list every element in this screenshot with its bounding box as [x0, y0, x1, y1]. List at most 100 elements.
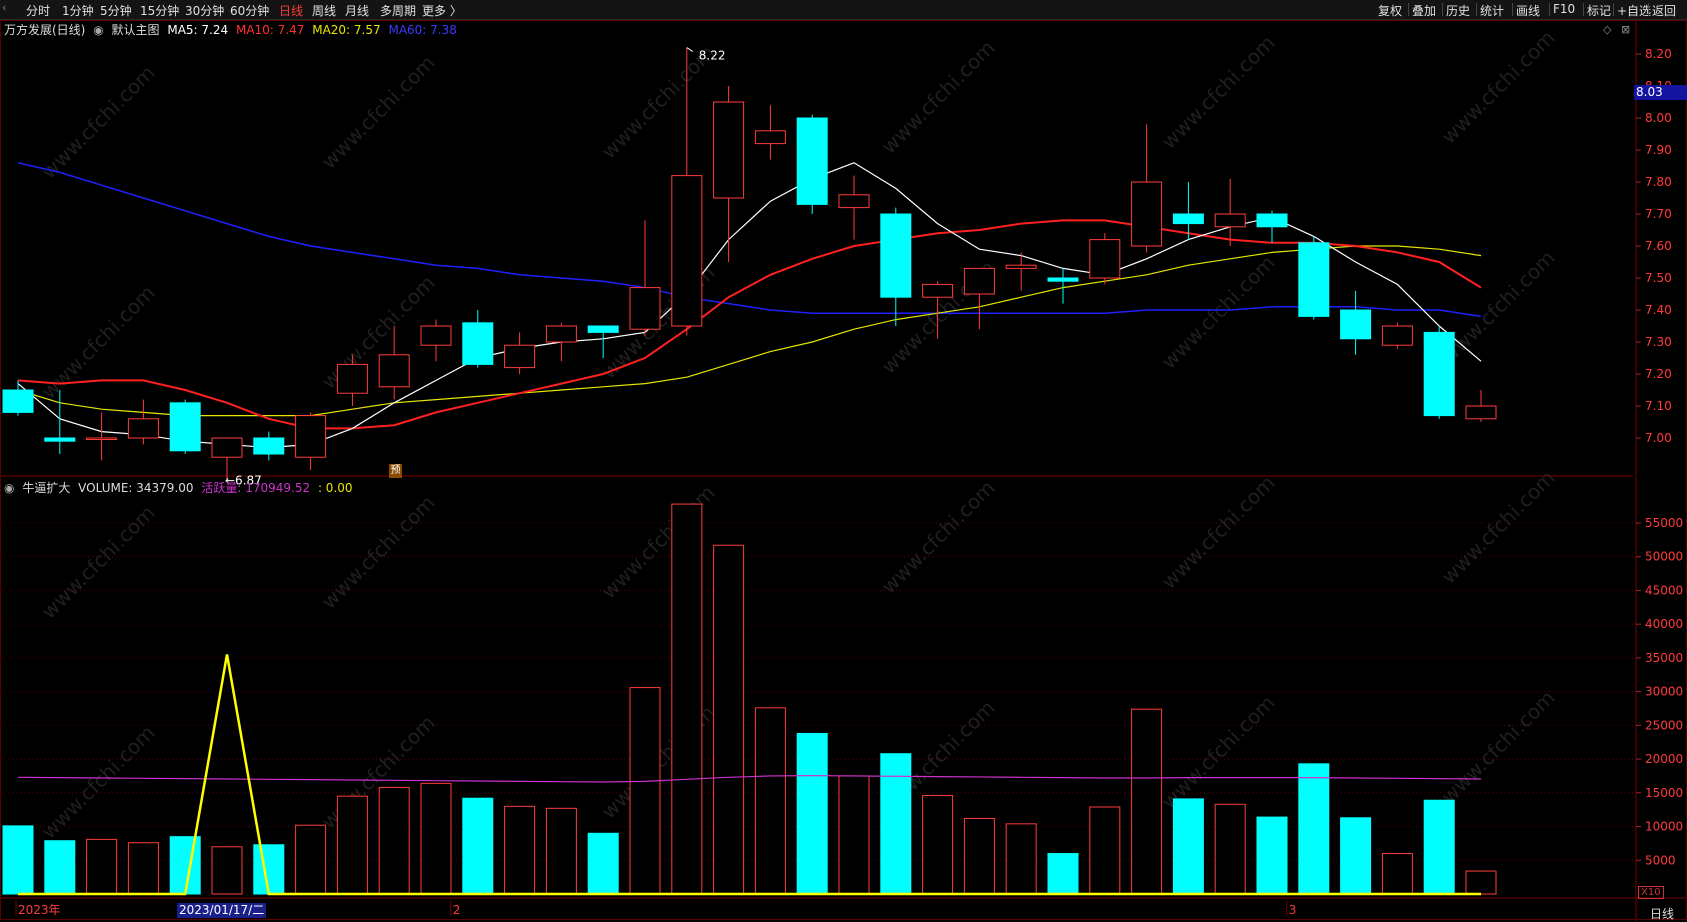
x10-badge[interactable]: X10 — [1638, 886, 1664, 899]
indicator-name[interactable]: 牛逼扩大 — [22, 481, 70, 495]
watermark-text: www.cfchi.com — [317, 51, 440, 174]
candle-body — [1047, 277, 1079, 282]
candle-body — [1172, 213, 1204, 225]
price-tick-label: 7.40 — [1645, 303, 1672, 317]
main-chart-header: 万方发展(日线) ◉ 默认主图 MA5: 7.24 MA10: 7.47 MA2… — [4, 21, 461, 38]
forecast-badge[interactable]: 预 — [389, 464, 402, 478]
volume-tick-label: 5000 — [1645, 853, 1676, 867]
watermark-text: www.cfchi.com — [877, 36, 1000, 159]
diamond-icon[interactable]: ◇ — [1603, 23, 1611, 36]
price-tick-label: 7.30 — [1645, 335, 1672, 349]
candle-body — [545, 325, 577, 343]
volume-bar — [504, 805, 536, 895]
candle-body — [295, 415, 327, 458]
candle-body — [336, 363, 368, 394]
high-marker-label: 8.22 — [699, 49, 726, 63]
candle-body — [963, 267, 995, 295]
volume-tick-label: 30000 — [1645, 685, 1683, 699]
price-tick-label: 7.00 — [1645, 431, 1672, 445]
candle-body — [44, 437, 76, 442]
volume-bar — [420, 782, 452, 895]
candle-body — [880, 213, 912, 298]
price-tick-label: 8.20 — [1645, 47, 1672, 61]
volume-bar — [963, 817, 995, 895]
volume-bar — [1465, 870, 1497, 895]
candle-body — [587, 325, 619, 333]
close-icon[interactable]: ⊠ — [1621, 23, 1630, 36]
ma5-label: MA5: 7.24 — [167, 23, 229, 37]
watermark-text: www.cfchi.com — [1157, 691, 1280, 814]
ma-lines — [17, 162, 1482, 449]
volume-bar — [253, 844, 285, 895]
volume-bar — [1131, 708, 1163, 895]
candle-body — [2, 389, 34, 413]
date-label: 3 — [1289, 903, 1297, 917]
candle-body — [1298, 242, 1330, 317]
watermark-text: www.cfchi.com — [1437, 686, 1560, 809]
last-price-tag: 8.03 — [1634, 85, 1687, 100]
ma5-line — [17, 162, 1482, 449]
volume-bar — [1381, 853, 1413, 895]
volume-tick-label: 20000 — [1645, 752, 1683, 766]
volume-header: ◉ 牛逼扩大 VOLUME: 34379.00 活跃量: 170949.52 :… — [4, 479, 357, 496]
candle-body — [169, 402, 201, 452]
ma60-label: MA60: 7.38 — [388, 23, 457, 37]
volume-bar — [1172, 798, 1204, 895]
volume-bar — [1340, 817, 1372, 895]
volume-bar — [796, 732, 828, 895]
price-tick-label: 7.60 — [1645, 239, 1672, 253]
volume-tick-label: 15000 — [1645, 786, 1683, 800]
active-volume-line — [17, 775, 1482, 783]
watermark-text: www.cfchi.com — [1157, 31, 1280, 154]
volume-bar — [922, 795, 954, 895]
watermark-text: www.cfchi.com — [37, 501, 160, 624]
candle-body — [1256, 213, 1288, 228]
volume-bar — [1298, 763, 1330, 895]
indicator-dropdown-icon[interactable]: ◉ — [4, 481, 14, 495]
candle-body — [378, 354, 410, 388]
date-label: 2 — [453, 903, 461, 917]
volume-bar — [838, 775, 870, 895]
volume-bars — [2, 503, 1497, 895]
volume-tick-label: 55000 — [1645, 516, 1683, 530]
watermark-text: www.cfchi.com — [1157, 251, 1280, 374]
extra-label: : 0.00 — [317, 481, 353, 495]
candle-body — [1214, 213, 1246, 228]
volume-bar — [378, 786, 410, 895]
volume-bar — [336, 795, 368, 895]
volume-bar — [211, 846, 243, 895]
candle-body — [713, 101, 745, 199]
volume-bar — [1214, 803, 1246, 895]
candle-body — [420, 325, 452, 346]
candle-body — [1005, 264, 1037, 269]
candle-body — [1381, 325, 1413, 346]
volume-bar — [587, 832, 619, 895]
period-label: 日线 — [1650, 907, 1675, 921]
volume-bar — [545, 807, 577, 895]
price-tick-label: 7.10 — [1645, 399, 1672, 413]
price-tick-label: 7.90 — [1645, 143, 1672, 157]
volume-bar — [462, 797, 494, 895]
template-name[interactable]: 默认主图 — [112, 23, 160, 37]
watermark-text: www.cfchi.com — [1437, 26, 1560, 149]
volume-bar — [1423, 799, 1455, 895]
ma10-label: MA10: 7.47 — [235, 23, 305, 37]
high-marker-arrow — [686, 47, 694, 53]
volume-bar — [86, 838, 118, 895]
candle-body — [922, 283, 954, 298]
candle-body — [1465, 405, 1497, 420]
volume-bar — [127, 842, 159, 895]
volume-bar — [754, 707, 786, 895]
template-icon[interactable]: ◉ — [93, 23, 103, 37]
volume-bar — [2, 825, 34, 895]
volume-bar — [629, 687, 661, 895]
stock-title: 万方发展(日线) — [4, 23, 86, 37]
volume-label: VOLUME: 34379.00 — [78, 481, 194, 495]
candle-body — [1423, 331, 1455, 417]
volume-tick-label: 50000 — [1645, 550, 1683, 564]
kline-chart[interactable]: www.cfchi.com www.cfchi.com www.cfchi.com w… — [0, 0, 1687, 921]
watermark-text: www.cfchi.com — [37, 281, 160, 404]
ma60-line — [17, 162, 1482, 318]
selected-date: 2023/01/17/二 — [177, 903, 267, 918]
candle-body — [253, 437, 285, 455]
